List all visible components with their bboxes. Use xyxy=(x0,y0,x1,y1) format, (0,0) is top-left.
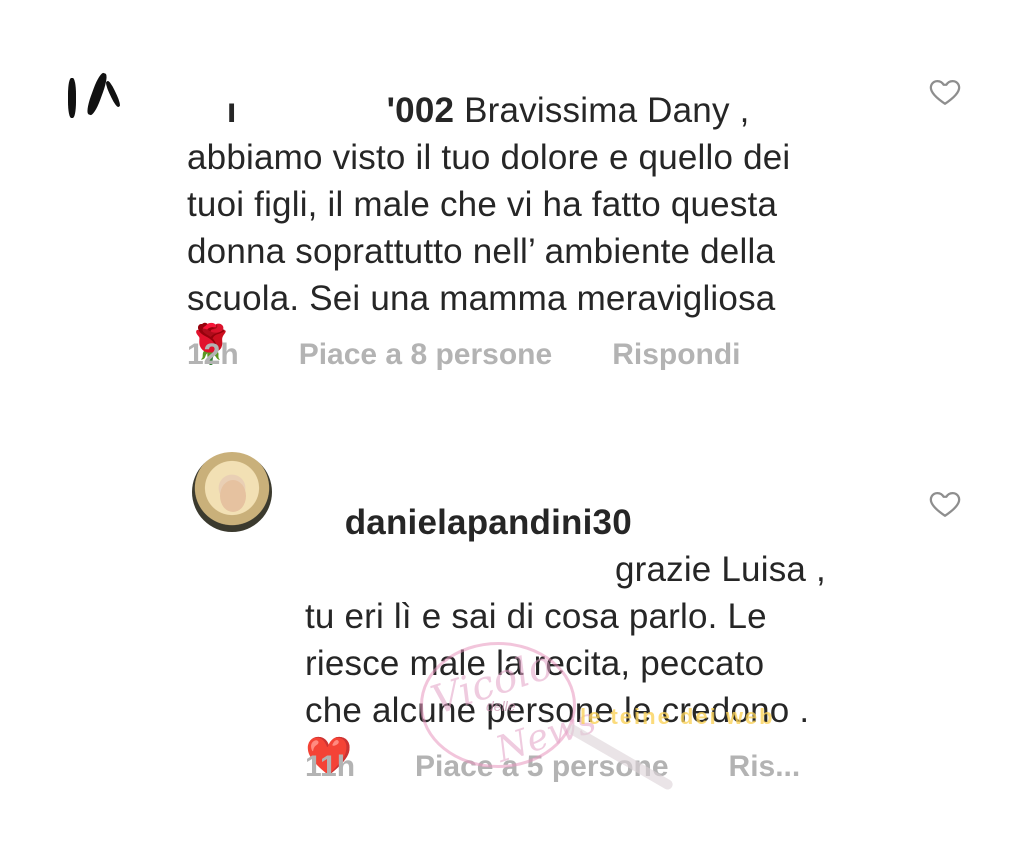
comment-2-time: 11h xyxy=(305,750,356,783)
comment-2-text: danielapandini30 x grazie Luisa , tu eri… xyxy=(305,452,905,781)
comment-2-mention-redacted[interactable]: x xyxy=(305,546,605,593)
comment-2: danielapandini30 x grazie Luisa , tu eri… xyxy=(0,0,1024,846)
comment-2-text-first-line: grazie Luisa , xyxy=(614,550,826,589)
comment-2-text-body: tu eri lì e sai di cosa parlo. Le riesce… xyxy=(305,597,810,730)
comment-2-username[interactable]: danielapandini30 xyxy=(345,503,632,542)
comment-2-meta: 11h Piace a 5 persone Ris... xyxy=(305,750,800,784)
comment-2-likes[interactable]: Piace a 5 persone xyxy=(415,750,668,784)
like-heart-icon[interactable] xyxy=(927,486,963,520)
avatar-danielapandini30[interactable] xyxy=(192,452,272,532)
comment-2-reply-button[interactable]: Ris... xyxy=(729,750,801,784)
